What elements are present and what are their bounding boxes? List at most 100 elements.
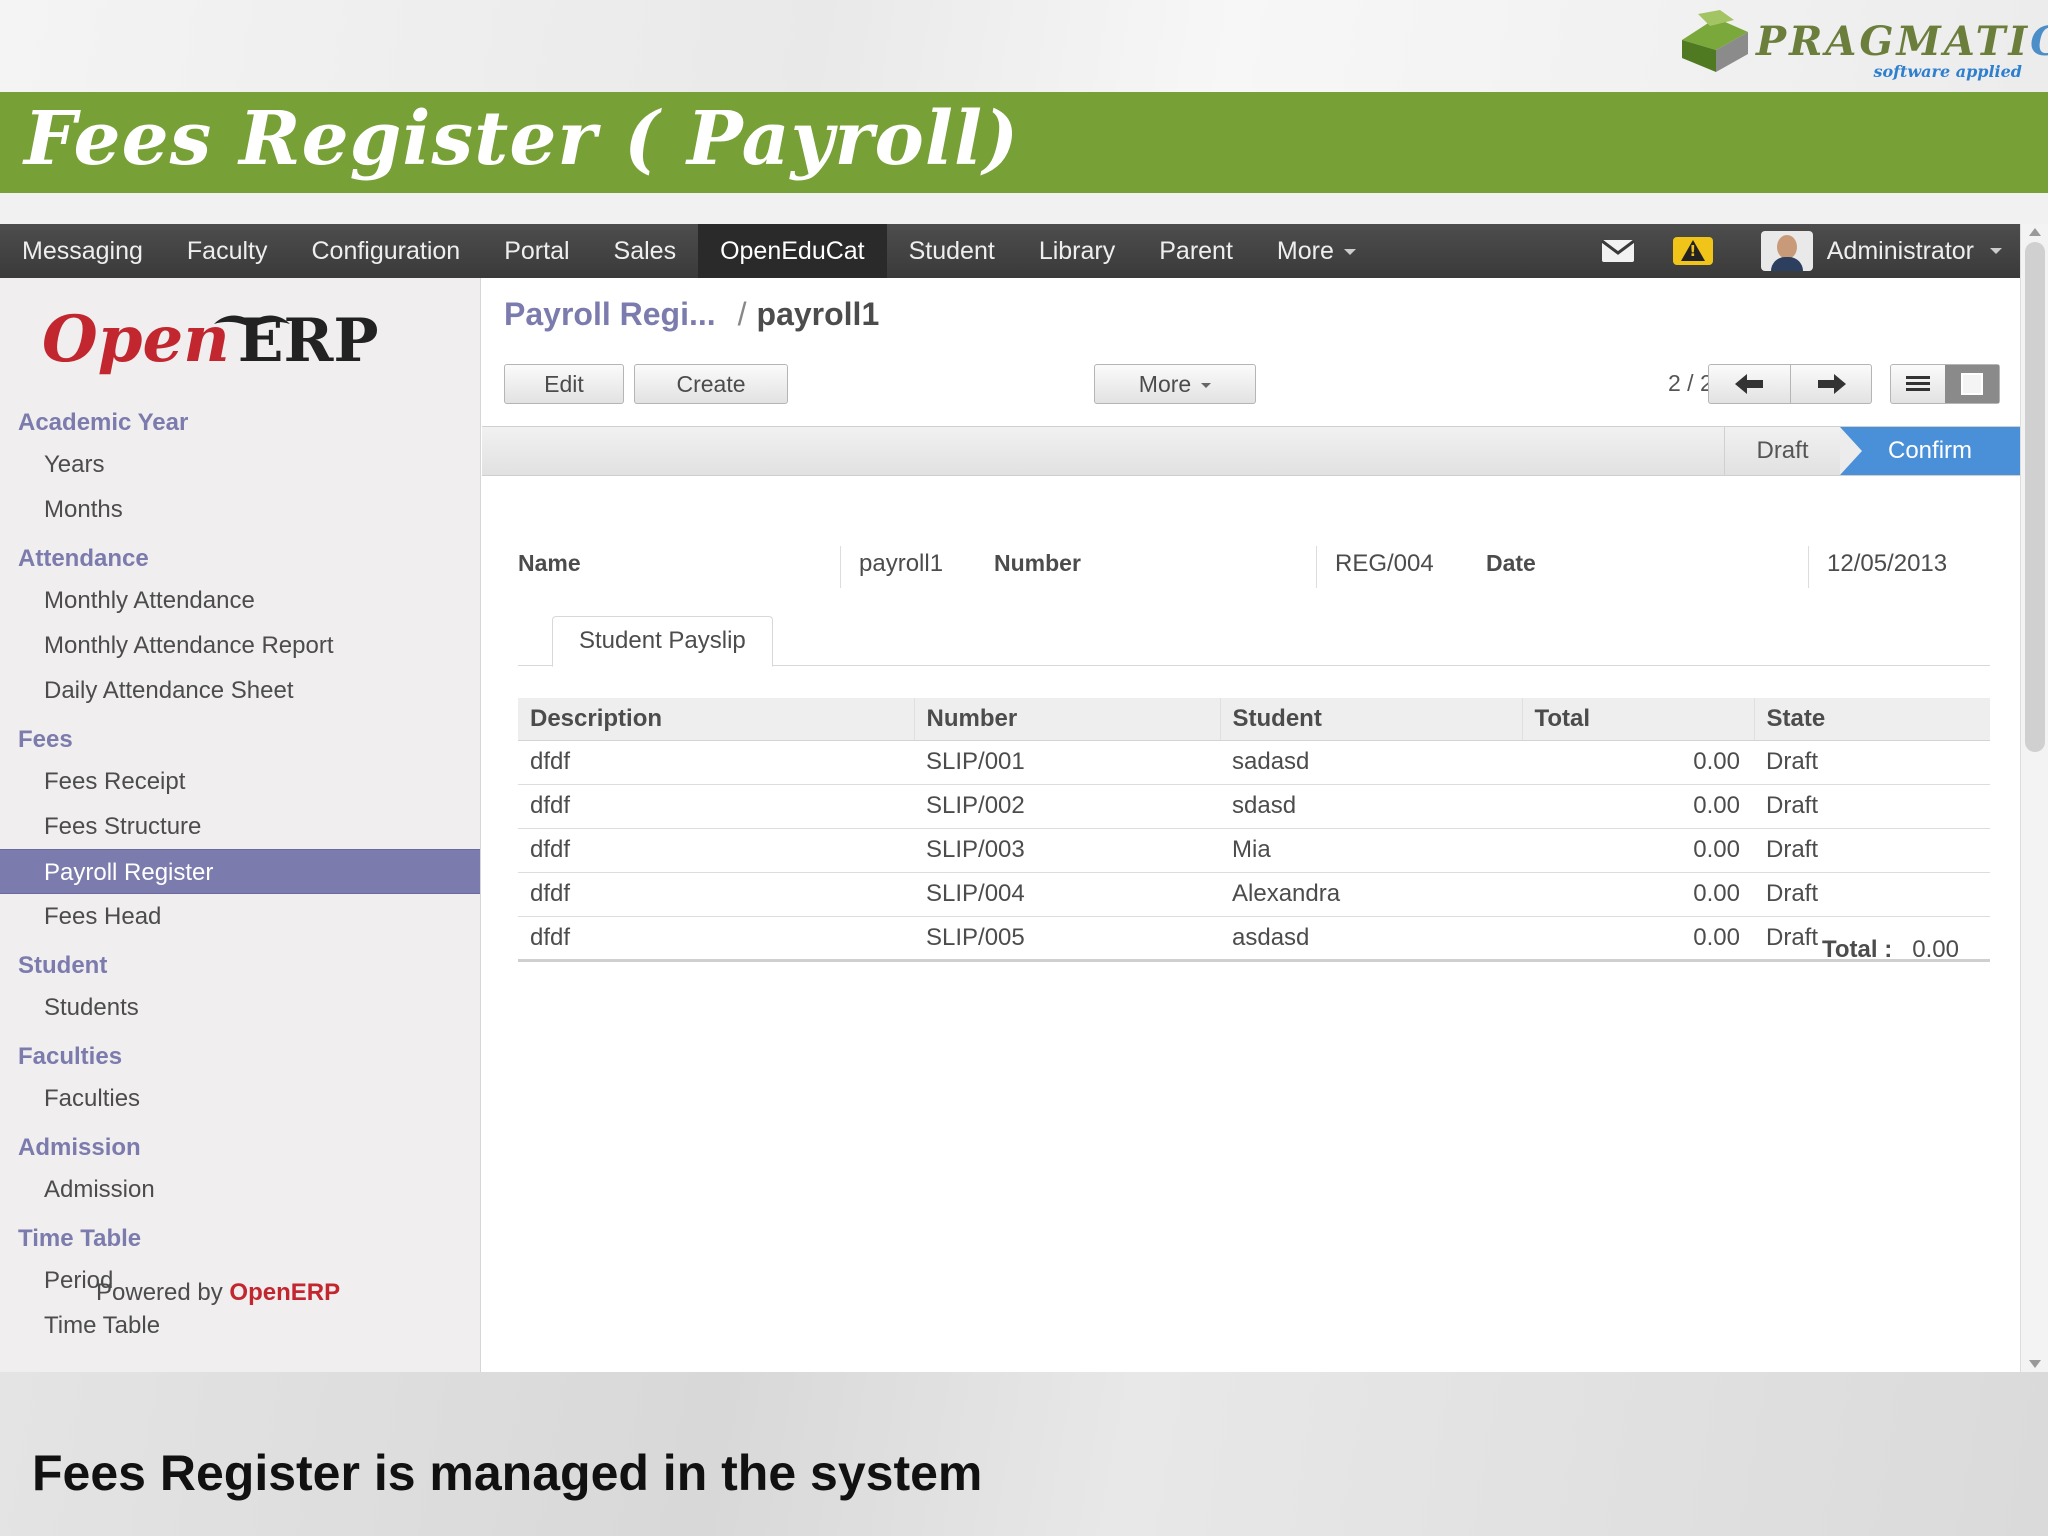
- payslip-table: Description Number Student Total State d…: [518, 698, 1990, 962]
- sidebar-section-student: Student: [18, 952, 108, 979]
- slide-title: Fees Register ( Payroll): [24, 96, 1020, 182]
- column-header-description[interactable]: Description: [518, 698, 914, 741]
- stage-draft[interactable]: Draft: [1724, 427, 1840, 475]
- powered-by-link[interactable]: OpenERP: [229, 1279, 340, 1306]
- sidebar-menu: Academic Year Years Months Attendance Mo…: [0, 396, 480, 1348]
- pragmatic-logo: PRAGMATIC software applied: [1676, 8, 2048, 84]
- column-header-number[interactable]: Number: [913, 698, 1220, 741]
- cell-number: SLIP/004: [914, 872, 1220, 917]
- slide-caption-band: Fees Register is managed in the system: [0, 1372, 2048, 1536]
- nav-more-menu[interactable]: More: [1255, 224, 1378, 278]
- sidebar-item-payroll-register[interactable]: Payroll Register: [0, 849, 480, 894]
- page-scrollbar[interactable]: [2020, 224, 2048, 1372]
- more-button[interactable]: More: [1094, 364, 1256, 404]
- cell-description: dfdf: [518, 872, 914, 917]
- table-row[interactable]: dfdf SLIP/003 Mia 0.00 Draft: [518, 828, 1990, 873]
- total-label: Total :: [1822, 936, 1893, 963]
- nav-openeducat[interactable]: OpenEduCat: [698, 224, 887, 278]
- top-menu-bar: Messaging Faculty Configuration Portal S…: [0, 224, 2020, 278]
- nav-student[interactable]: Student: [887, 224, 1017, 278]
- nav-configuration[interactable]: Configuration: [290, 224, 483, 278]
- name-label: Name: [518, 550, 581, 576]
- nav-faculty[interactable]: Faculty: [165, 224, 290, 278]
- sidebar-item-monthly-attendance-report[interactable]: Monthly Attendance Report: [0, 623, 480, 668]
- brand-name-last: C: [2030, 18, 2048, 65]
- arrow-left-icon: [1734, 374, 1763, 394]
- more-button-label: More: [1138, 371, 1192, 397]
- sidebar-item-faculties[interactable]: Faculties: [0, 1076, 480, 1121]
- cell-student: sdasd: [1220, 784, 1522, 829]
- tab-student-payslip[interactable]: Student Payslip: [552, 616, 773, 667]
- create-button[interactable]: Create: [634, 364, 788, 404]
- arrow-right-icon: [1818, 374, 1846, 394]
- nav-messaging[interactable]: Messaging: [0, 224, 165, 278]
- next-record-button[interactable]: [1790, 365, 1871, 403]
- sidebar-item-students[interactable]: Students: [0, 985, 480, 1030]
- sidebar-item-months[interactable]: Months: [0, 487, 480, 532]
- cell-description: dfdf: [518, 828, 914, 873]
- view-switcher: [1890, 364, 2000, 404]
- column-header-student[interactable]: Student: [1219, 698, 1522, 741]
- powered-by: Powered by OpenERP: [96, 1279, 341, 1306]
- sidebar-section-faculties: Faculties: [18, 1043, 123, 1070]
- sidebar-section-time-table: Time Table: [18, 1225, 142, 1252]
- form-view: Payroll Regi... / payroll1 Edit Create Mor…: [482, 278, 2020, 1372]
- slide-header: PRAGMATIC software applied: [0, 0, 2048, 92]
- sidebar: Open ERP Academic Year Years Months Atten…: [0, 278, 481, 1372]
- sidebar-item-fees-structure[interactable]: Fees Structure: [0, 804, 480, 849]
- sidebar-item-daily-attendance-sheet[interactable]: Daily Attendance Sheet: [0, 668, 480, 713]
- nav-parent[interactable]: Parent: [1137, 224, 1255, 278]
- payslip-total: Total : 0.00: [1822, 936, 1959, 964]
- sidebar-section-academic-year: Academic Year: [18, 409, 189, 436]
- nav-library[interactable]: Library: [1017, 224, 1137, 278]
- warning-icon[interactable]: !: [1672, 237, 1713, 265]
- cell-description: dfdf: [518, 740, 914, 785]
- cell-student: asdasd: [1220, 916, 1522, 962]
- breadcrumb-separator: /: [737, 296, 747, 332]
- previous-record-button[interactable]: [1709, 365, 1790, 403]
- table-row[interactable]: dfdf SLIP/005 asdasd 0.00 Draft: [518, 916, 1990, 962]
- sidebar-item-fees-head[interactable]: Fees Head: [0, 894, 480, 939]
- sidebar-item-time-table[interactable]: Time Table: [0, 1303, 480, 1348]
- column-header-state[interactable]: State: [1753, 698, 1990, 741]
- brand-name: PRAGMATI: [1756, 18, 2031, 65]
- slide-caption: Fees Register is managed in the system: [32, 1445, 983, 1501]
- chevron-down-icon[interactable]: [1990, 248, 2002, 254]
- sidebar-item-admission[interactable]: Admission: [0, 1167, 480, 1212]
- cell-number: SLIP/002: [914, 784, 1220, 829]
- brand-tagline: software applied: [1873, 62, 2022, 81]
- pager-buttons: [1708, 364, 1872, 404]
- breadcrumb-parent-link[interactable]: Payroll Regi...: [504, 296, 716, 332]
- cell-student: Alexandra: [1220, 872, 1522, 917]
- user-menu-name[interactable]: Administrator: [1827, 237, 1974, 266]
- date-label: Date: [1486, 550, 1536, 576]
- table-row[interactable]: dfdf SLIP/004 Alexandra 0.00 Draft: [518, 872, 1990, 917]
- nav-portal[interactable]: Portal: [482, 224, 591, 278]
- sidebar-item-years[interactable]: Years: [0, 442, 480, 487]
- cell-total: 0.00: [1522, 916, 1754, 962]
- scrollbar-thumb[interactable]: [2025, 242, 2045, 752]
- number-value: REG/004: [1316, 546, 1434, 588]
- cell-student: Mia: [1220, 828, 1522, 873]
- pragmatic-logo-mark: [1682, 10, 1748, 72]
- scroll-down-icon[interactable]: [2029, 1360, 2041, 1368]
- table-row[interactable]: dfdf SLIP/002 sdasd 0.00 Draft: [518, 784, 1990, 829]
- cell-total: 0.00: [1522, 872, 1754, 917]
- stage-confirm[interactable]: Confirm: [1840, 427, 2020, 475]
- cell-student: sadasd: [1220, 740, 1522, 785]
- table-row[interactable]: dfdf SLIP/001 sadasd 0.00 Draft: [518, 740, 1990, 785]
- list-view-button[interactable]: [1891, 365, 1945, 403]
- mail-icon[interactable]: [1600, 239, 1635, 263]
- scroll-up-icon[interactable]: [2029, 228, 2041, 236]
- sidebar-item-fees-receipt[interactable]: Fees Receipt: [0, 759, 480, 804]
- nav-sales[interactable]: Sales: [592, 224, 699, 278]
- form-view-button[interactable]: [1945, 365, 1999, 403]
- column-header-total[interactable]: Total: [1521, 698, 1754, 741]
- cell-number: SLIP/001: [914, 740, 1220, 785]
- cell-number: SLIP/005: [914, 916, 1220, 962]
- sidebar-item-monthly-attendance[interactable]: Monthly Attendance: [0, 578, 480, 623]
- sidebar-section-fees: Fees: [18, 726, 73, 753]
- avatar[interactable]: [1760, 231, 1813, 271]
- edit-button[interactable]: Edit: [504, 364, 624, 404]
- cell-state: Draft: [1754, 828, 1990, 873]
